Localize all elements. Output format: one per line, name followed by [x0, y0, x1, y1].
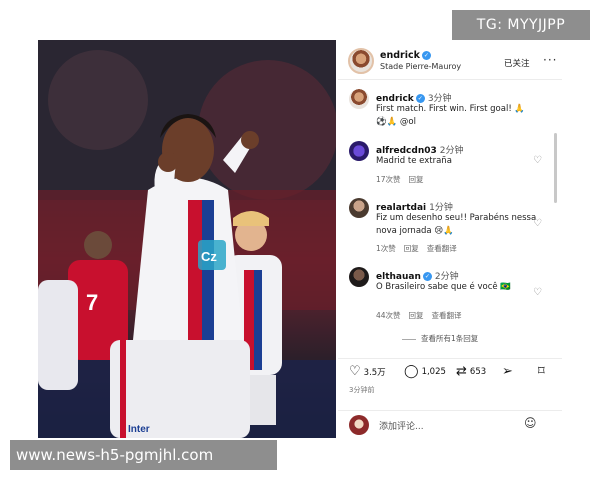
- comment-button[interactable]: ◯ 1,025: [404, 365, 446, 378]
- avatar[interactable]: [348, 48, 374, 74]
- reply-link[interactable]: 回复: [409, 175, 424, 184]
- post-time: 3分钟前: [349, 386, 375, 394]
- photo-illustration: 7 Cz Inter: [38, 40, 336, 438]
- bookmark-icon: ⌑: [538, 364, 545, 379]
- send-icon: ➢: [502, 364, 513, 379]
- sponsor-text: Inter: [128, 424, 150, 435]
- action-bar: ♡ 3.5万 ◯ 1,025 ⇄ 653 ➢ ⌑: [338, 358, 562, 380]
- repost-count: 653: [469, 366, 487, 377]
- heart-icon[interactable]: ♡: [533, 218, 542, 229]
- emoji-icon[interactable]: ☺: [524, 416, 537, 430]
- post-header: endrick ✓ Stade Pierre-Mauroy 已关注 ···: [338, 40, 562, 80]
- comment-count: 1,025: [421, 366, 446, 377]
- share-button[interactable]: ➢: [502, 365, 513, 378]
- post-photo[interactable]: 7 Cz Inter ›: [38, 40, 336, 438]
- watermark-top: TG: MYYJJPP: [452, 10, 590, 40]
- avatar[interactable]: [349, 198, 369, 218]
- view-all-replies-link[interactable]: 查看所有1条回复: [402, 333, 478, 344]
- comment-meta: 1次赞 回复 查看翻译: [376, 244, 457, 253]
- post-username[interactable]: endrick ✓: [380, 50, 431, 61]
- avatar[interactable]: [349, 267, 369, 287]
- more-horizontal-icon[interactable]: ···: [543, 53, 557, 67]
- add-comment-row: 添加评论... ☺: [338, 410, 562, 438]
- heart-icon[interactable]: ♡: [533, 287, 542, 298]
- avatar: [349, 415, 369, 435]
- heart-icon: ♡: [349, 364, 361, 379]
- reply-link[interactable]: 回复: [409, 311, 424, 320]
- following-button[interactable]: 已关注: [504, 57, 530, 69]
- comment-text: Fiz um desenho seu!! Parabéns nessa nova…: [376, 213, 537, 236]
- add-comment-input[interactable]: 添加评论...: [379, 419, 424, 432]
- repost-icon: ⇄: [456, 364, 467, 379]
- verified-icon: ✓: [415, 94, 425, 103]
- like-count: 3.5万: [363, 367, 386, 378]
- caption-text: First match. First win. First goal! 🙏 ⚽🙏 …: [376, 104, 526, 127]
- watermark-bottom: www.news-h5-pgmjhl.com: [10, 440, 277, 470]
- avatar[interactable]: [349, 141, 369, 161]
- kit-text: Cz: [201, 249, 217, 264]
- comment-icon: ◯: [404, 364, 419, 379]
- svg-text:7: 7: [86, 290, 98, 315]
- avatar[interactable]: [349, 89, 369, 109]
- post-panel: endrick ✓ Stade Pierre-Mauroy 已关注 ··· end…: [338, 40, 562, 438]
- heart-icon[interactable]: ♡: [533, 155, 542, 166]
- verified-icon: ✓: [421, 51, 431, 60]
- translate-link[interactable]: 查看翻译: [427, 244, 457, 253]
- comment-meta: 17次赞 回复: [376, 175, 424, 184]
- comments-scrollbar[interactable]: [554, 133, 557, 203]
- repost-button[interactable]: ⇄ 653: [456, 365, 486, 378]
- comment-text: Madrid te extraña: [376, 156, 452, 166]
- comments-list: endrick ✓ 3分钟 First match. First win. Firs…: [338, 81, 562, 351]
- comment-meta: 44次赞 回复 查看翻译: [376, 311, 462, 320]
- reply-link[interactable]: 回复: [404, 244, 419, 253]
- post-location[interactable]: Stade Pierre-Mauroy: [380, 62, 461, 71]
- verified-icon: ✓: [422, 272, 432, 281]
- comment-text: O Brasileiro sabe que é você 🇧🇷: [376, 282, 511, 292]
- save-button[interactable]: ⌑: [538, 365, 545, 378]
- like-button[interactable]: ♡ 3.5万: [349, 365, 386, 378]
- translate-link[interactable]: 查看翻译: [432, 311, 462, 320]
